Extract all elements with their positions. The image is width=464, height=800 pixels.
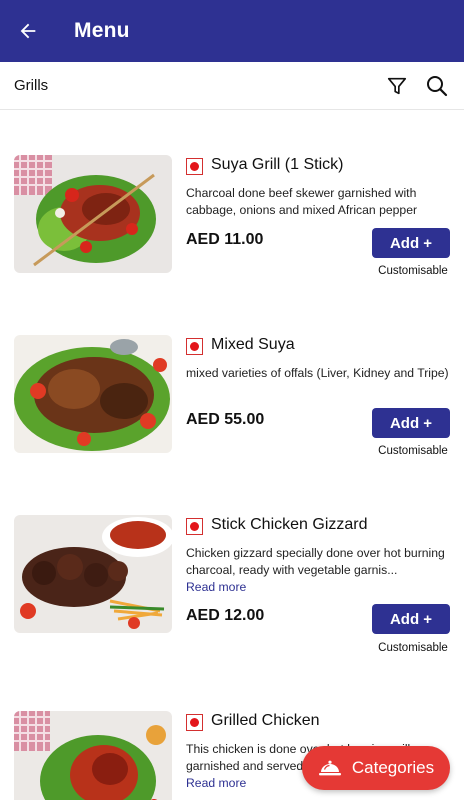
veg-indicator-icon xyxy=(186,714,203,731)
app-bar: Menu xyxy=(0,0,464,62)
veg-indicator-icon xyxy=(186,338,203,355)
add-button[interactable]: Add + xyxy=(372,604,450,634)
item-name: Stick Chicken Gizzard xyxy=(211,516,368,533)
customisable-label: Customisable xyxy=(378,642,448,654)
item-name: Mixed Suya xyxy=(211,336,295,353)
search-icon[interactable] xyxy=(424,73,450,99)
item-name: Suya Grill (1 Stick) xyxy=(211,156,344,173)
read-more-link[interactable]: Read more xyxy=(186,579,450,596)
categories-button[interactable]: Categories xyxy=(302,746,450,790)
item-price: AED 55.00 xyxy=(186,411,265,428)
veg-indicator-icon xyxy=(186,158,203,175)
categories-label: Categories xyxy=(351,758,435,777)
item-description-text: Chicken gizzard specially done over hot … xyxy=(186,546,445,577)
food-image-chicken-gizzard xyxy=(14,515,172,633)
filter-icon[interactable] xyxy=(384,73,410,99)
add-button[interactable]: Add + xyxy=(372,228,450,258)
item-description-text: Charcoal done beef skewer garnished with… xyxy=(186,186,418,217)
item-name: Grilled Chicken xyxy=(211,712,320,729)
veg-indicator-icon xyxy=(186,518,203,535)
customisable-label: Customisable xyxy=(378,265,448,277)
item-description-text: mixed varieties of offals (Liver, Kidney… xyxy=(186,366,449,380)
list-item: Stick Chicken Gizzard Chicken gizzard sp… xyxy=(0,470,464,654)
item-description: mixed varieties of offals (Liver, Kidney… xyxy=(186,365,450,382)
page-title: Menu xyxy=(74,19,130,42)
food-image-mixed-suya xyxy=(14,335,172,453)
item-price: AED 12.00 xyxy=(186,607,265,624)
item-description: Chicken gizzard specially done over hot … xyxy=(186,545,450,596)
add-button[interactable]: Add + xyxy=(372,408,450,438)
customisable-label: Customisable xyxy=(378,445,448,457)
list-item: Mixed Suya mixed varieties of offals (Li… xyxy=(0,290,464,457)
food-cloche-icon xyxy=(318,760,341,776)
item-price: AED 11.00 xyxy=(186,231,264,248)
category-bar: Grills xyxy=(0,62,464,110)
list-item: Suya Grill (1 Stick) Charcoal done beef … xyxy=(0,110,464,277)
back-arrow-icon[interactable] xyxy=(16,19,40,43)
food-image-grilled-chicken xyxy=(14,711,172,800)
category-title: Grills xyxy=(14,77,49,94)
item-description: Charcoal done beef skewer garnished with… xyxy=(186,185,450,219)
food-image-suya-grill xyxy=(14,155,172,273)
